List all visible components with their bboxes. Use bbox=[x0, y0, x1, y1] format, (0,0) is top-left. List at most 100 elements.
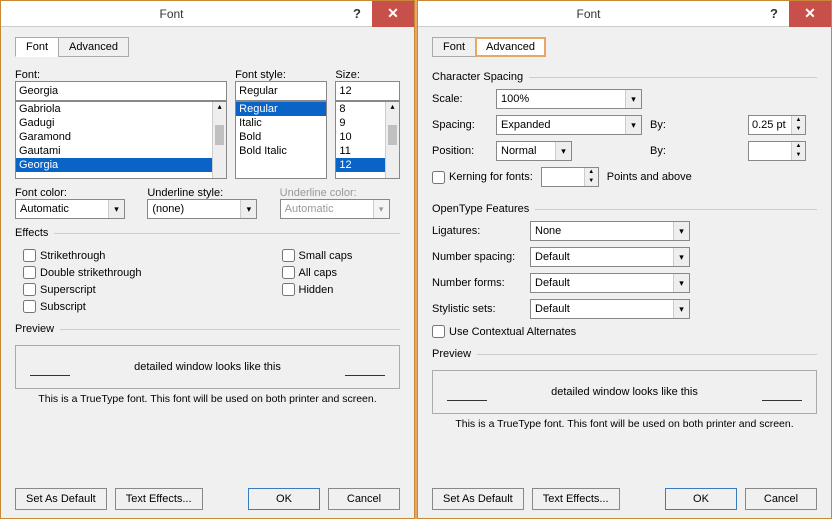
text-effects-button[interactable]: Text Effects... bbox=[532, 488, 620, 510]
font-label: Font: bbox=[15, 69, 227, 81]
chevron-down-icon: ▾ bbox=[673, 248, 689, 266]
spin-up-icon[interactable]: ▲ bbox=[585, 168, 598, 177]
scale-dropdown[interactable]: 100%▾ bbox=[496, 89, 642, 109]
spacing-dropdown[interactable]: Expanded▾ bbox=[496, 115, 642, 135]
points-above-label: Points and above bbox=[607, 171, 697, 183]
font-style-listbox[interactable]: Regular Italic Bold Bold Italic bbox=[235, 101, 327, 179]
close-button[interactable]: ✕ bbox=[372, 1, 414, 27]
ok-button[interactable]: OK bbox=[248, 488, 320, 510]
size-label: Size: bbox=[335, 69, 400, 81]
cancel-button[interactable]: Cancel bbox=[328, 488, 400, 510]
preview-legend: Preview bbox=[432, 348, 477, 360]
underline-color-label: Underline color: bbox=[280, 187, 400, 199]
underline-color-dropdown: Automatic▾ bbox=[280, 199, 390, 219]
help-button[interactable]: ? bbox=[759, 1, 789, 27]
font-style-label: Font style: bbox=[235, 69, 327, 81]
font-style-input[interactable] bbox=[235, 81, 327, 101]
spin-down-icon[interactable]: ▼ bbox=[792, 125, 805, 134]
size-input[interactable] bbox=[335, 81, 400, 101]
hidden-checkbox[interactable]: Hidden bbox=[282, 283, 353, 296]
spacing-by-spinner[interactable]: ▲▼ bbox=[748, 115, 806, 135]
list-item[interactable]: Bold Italic bbox=[236, 144, 326, 158]
position-by-label: By: bbox=[650, 145, 740, 157]
scrollbar[interactable]: ▴ bbox=[212, 102, 226, 178]
tab-strip: Font Advanced bbox=[15, 37, 400, 57]
chevron-down-icon: ▾ bbox=[373, 200, 389, 218]
tab-font[interactable]: Font bbox=[15, 37, 59, 57]
double-strikethrough-checkbox[interactable]: Double strikethrough bbox=[23, 266, 142, 279]
spacing-label: Spacing: bbox=[432, 119, 488, 131]
chevron-down-icon: ▾ bbox=[108, 200, 124, 218]
number-spacing-label: Number spacing: bbox=[432, 251, 522, 263]
superscript-checkbox[interactable]: Superscript bbox=[23, 283, 142, 296]
chevron-down-icon: ▾ bbox=[673, 222, 689, 240]
set-as-default-button[interactable]: Set As Default bbox=[15, 488, 107, 510]
list-item[interactable]: Regular bbox=[236, 102, 326, 116]
font-color-label: Font color: bbox=[15, 187, 135, 199]
small-caps-checkbox[interactable]: Small caps bbox=[282, 249, 353, 262]
text-effects-button[interactable]: Text Effects... bbox=[115, 488, 203, 510]
stylistic-sets-dropdown[interactable]: Default▾ bbox=[530, 299, 690, 319]
set-as-default-button[interactable]: Set As Default bbox=[432, 488, 524, 510]
font-dialog-advanced-tab: Font ? ✕ Font Advanced Character Spacing… bbox=[417, 0, 832, 519]
font-hint: This is a TrueType font. This font will … bbox=[432, 418, 817, 430]
list-item[interactable]: Italic bbox=[236, 116, 326, 130]
ok-button[interactable]: OK bbox=[665, 488, 737, 510]
close-button[interactable]: ✕ bbox=[789, 1, 831, 27]
position-by-spinner[interactable]: ▲▼ bbox=[748, 141, 806, 161]
preview-box: detailed window looks like this bbox=[432, 370, 817, 414]
spin-up-icon[interactable]: ▲ bbox=[792, 142, 805, 151]
chevron-down-icon: ▾ bbox=[555, 142, 571, 160]
cancel-button[interactable]: Cancel bbox=[745, 488, 817, 510]
chevron-down-icon: ▾ bbox=[240, 200, 256, 218]
help-button[interactable]: ? bbox=[342, 1, 372, 27]
font-listbox[interactable]: Gabriola Gadugi Garamond Gautami Georgia… bbox=[15, 101, 227, 179]
spin-up-icon[interactable]: ▲ bbox=[792, 116, 805, 125]
chevron-down-icon: ▾ bbox=[673, 274, 689, 292]
chevron-down-icon: ▾ bbox=[625, 90, 641, 108]
number-forms-dropdown[interactable]: Default▾ bbox=[530, 273, 690, 293]
spacing-by-label: By: bbox=[650, 119, 740, 131]
preview-legend: Preview bbox=[15, 323, 60, 335]
titlebar: Font ? ✕ bbox=[418, 1, 831, 27]
font-dialog-font-tab: Font ? ✕ Font Advanced Font: Gabriola Ga… bbox=[0, 0, 415, 519]
chevron-down-icon: ▾ bbox=[625, 116, 641, 134]
contextual-alternates-checkbox[interactable]: Use Contextual Alternates bbox=[432, 325, 576, 338]
stylistic-sets-label: Stylistic sets: bbox=[432, 303, 522, 315]
list-item[interactable]: Gadugi bbox=[16, 116, 226, 130]
kerning-spinner[interactable]: ▲▼ bbox=[541, 167, 599, 187]
position-label: Position: bbox=[432, 145, 488, 157]
number-forms-label: Number forms: bbox=[432, 277, 522, 289]
list-item[interactable]: Gautami bbox=[16, 144, 226, 158]
list-item[interactable]: Garamond bbox=[16, 130, 226, 144]
font-hint: This is a TrueType font. This font will … bbox=[15, 393, 400, 405]
opentype-legend: OpenType Features bbox=[432, 203, 535, 215]
font-input[interactable] bbox=[15, 81, 227, 101]
window-title: Font bbox=[1, 7, 342, 21]
preview-box: detailed window looks like this bbox=[15, 345, 400, 389]
list-item[interactable]: Georgia bbox=[16, 158, 226, 172]
window-title: Font bbox=[418, 7, 759, 21]
number-spacing-dropdown[interactable]: Default▾ bbox=[530, 247, 690, 267]
list-item[interactable]: Gabriola bbox=[16, 102, 226, 116]
titlebar: Font ? ✕ bbox=[1, 1, 414, 27]
spin-down-icon[interactable]: ▼ bbox=[792, 151, 805, 160]
strikethrough-checkbox[interactable]: Strikethrough bbox=[23, 249, 142, 262]
subscript-checkbox[interactable]: Subscript bbox=[23, 300, 142, 313]
effects-legend: Effects bbox=[15, 227, 54, 239]
ligatures-dropdown[interactable]: None▾ bbox=[530, 221, 690, 241]
list-item[interactable]: Bold bbox=[236, 130, 326, 144]
size-listbox[interactable]: 8 9 10 11 12 ▴ bbox=[335, 101, 400, 179]
character-spacing-legend: Character Spacing bbox=[432, 71, 529, 83]
tab-advanced[interactable]: Advanced bbox=[475, 37, 546, 57]
font-color-dropdown[interactable]: Automatic▾ bbox=[15, 199, 125, 219]
scrollbar[interactable]: ▴ bbox=[385, 102, 399, 178]
underline-style-dropdown[interactable]: (none)▾ bbox=[147, 199, 257, 219]
position-dropdown[interactable]: Normal▾ bbox=[496, 141, 572, 161]
spin-down-icon[interactable]: ▼ bbox=[585, 177, 598, 186]
all-caps-checkbox[interactable]: All caps bbox=[282, 266, 353, 279]
underline-style-label: Underline style: bbox=[147, 187, 267, 199]
tab-advanced[interactable]: Advanced bbox=[58, 37, 129, 57]
kerning-checkbox[interactable]: Kerning for fonts: bbox=[432, 171, 533, 184]
tab-font[interactable]: Font bbox=[432, 37, 476, 57]
